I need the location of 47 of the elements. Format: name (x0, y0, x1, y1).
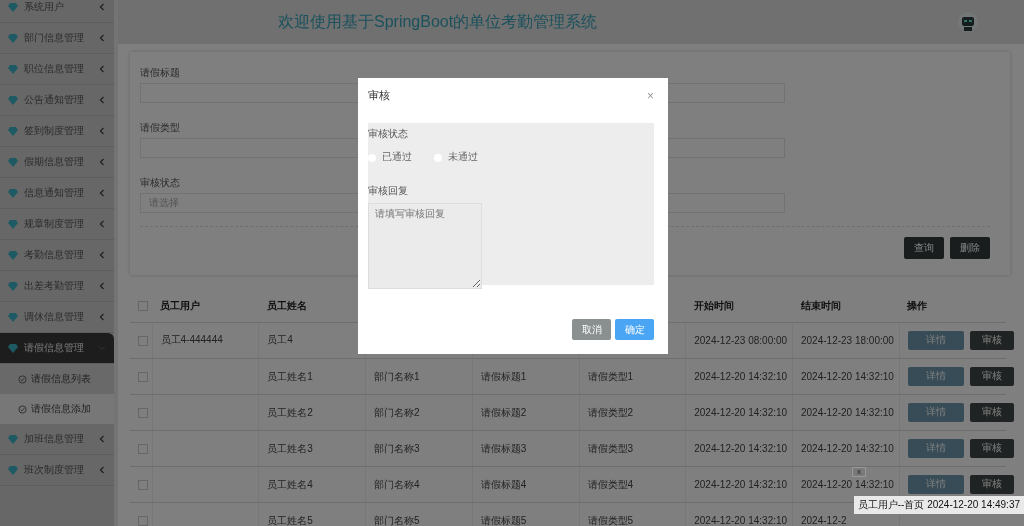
table-cell: 员工姓名1 (267, 370, 313, 382)
table-cell: 2024-12-20 14:32:10 (694, 443, 788, 454)
table-cell: 2024-12-20 14:32:10 (694, 371, 788, 382)
table-cell: 员工姓名3 (267, 442, 313, 454)
table-cell: 请假标题4 (480, 478, 527, 490)
table-cell: 2024-12-20 14:32:10 (694, 407, 788, 418)
table-cell: 2024-12-23 18:00:00 (801, 334, 894, 346)
table-cell: 请假标题1 (480, 370, 527, 382)
field-label: 审核状态 (140, 177, 180, 189)
table-cell: 2024-12-20 14:32:10 (801, 479, 894, 490)
table-cell: 2024-12-2 (801, 515, 847, 526)
table-cell: 请假类型1 (587, 370, 634, 382)
table-cell: 部门名称2 (374, 406, 420, 418)
column-header: 员工姓名 (266, 299, 307, 311)
table-cell: 部门名称4 (374, 478, 420, 490)
table-cell: 2024-12-20 14:32:10 (694, 515, 788, 526)
table-cell: 2024-12-20 14:32:10 (801, 443, 894, 454)
table-cell: 请假标题3 (480, 442, 527, 454)
column-header: 员工用户 (160, 299, 200, 311)
table-cell: 员工4-444444 (160, 334, 223, 346)
column-header: 开始时间 (693, 299, 734, 311)
table-cell: 2024-12-20 14:32:10 (694, 479, 788, 490)
table-cell: 请假类型2 (587, 406, 634, 418)
field-label: 请假标题 (140, 67, 180, 79)
table-cell: 请假类型3 (587, 442, 634, 454)
dialog-title: 审核 (368, 88, 390, 103)
table-cell: 员工姓名4 (267, 478, 313, 490)
table-cell: 请假标题5 (480, 514, 527, 526)
table-cell: 员工姓名5 (267, 514, 313, 526)
table-cell: 员工4 (267, 334, 293, 346)
toast-text: 员工用户--首页 2024-12-20 14:49:37 (857, 498, 1020, 512)
table-cell: 部门名称3 (374, 442, 420, 454)
table-cell: 部门名称5 (374, 514, 420, 526)
field-label: 审核状态 (368, 127, 409, 141)
table-cell: 请假类型4 (587, 478, 634, 490)
table-cell: 请假标题2 (480, 406, 527, 418)
table-cell: 2024-12-20 14:32:10 (801, 407, 894, 418)
column-header: 操作 (907, 299, 928, 311)
page-title: 欢迎使用基于SpringBoot的单位考勤管理系统 (278, 11, 599, 32)
field-label: 审核回复 (368, 184, 409, 198)
column-header: 结束时间 (800, 299, 841, 311)
table-cell: 部门名称1 (374, 370, 420, 382)
table-cell: 2024-12-23 08:00:00 (694, 334, 788, 346)
table-cell: 员工姓名2 (267, 406, 313, 418)
table-cell: 2024-12-20 14:32:10 (801, 371, 894, 382)
table-cell: 请假类型5 (587, 514, 634, 526)
field-label: 请假类型 (140, 122, 180, 134)
